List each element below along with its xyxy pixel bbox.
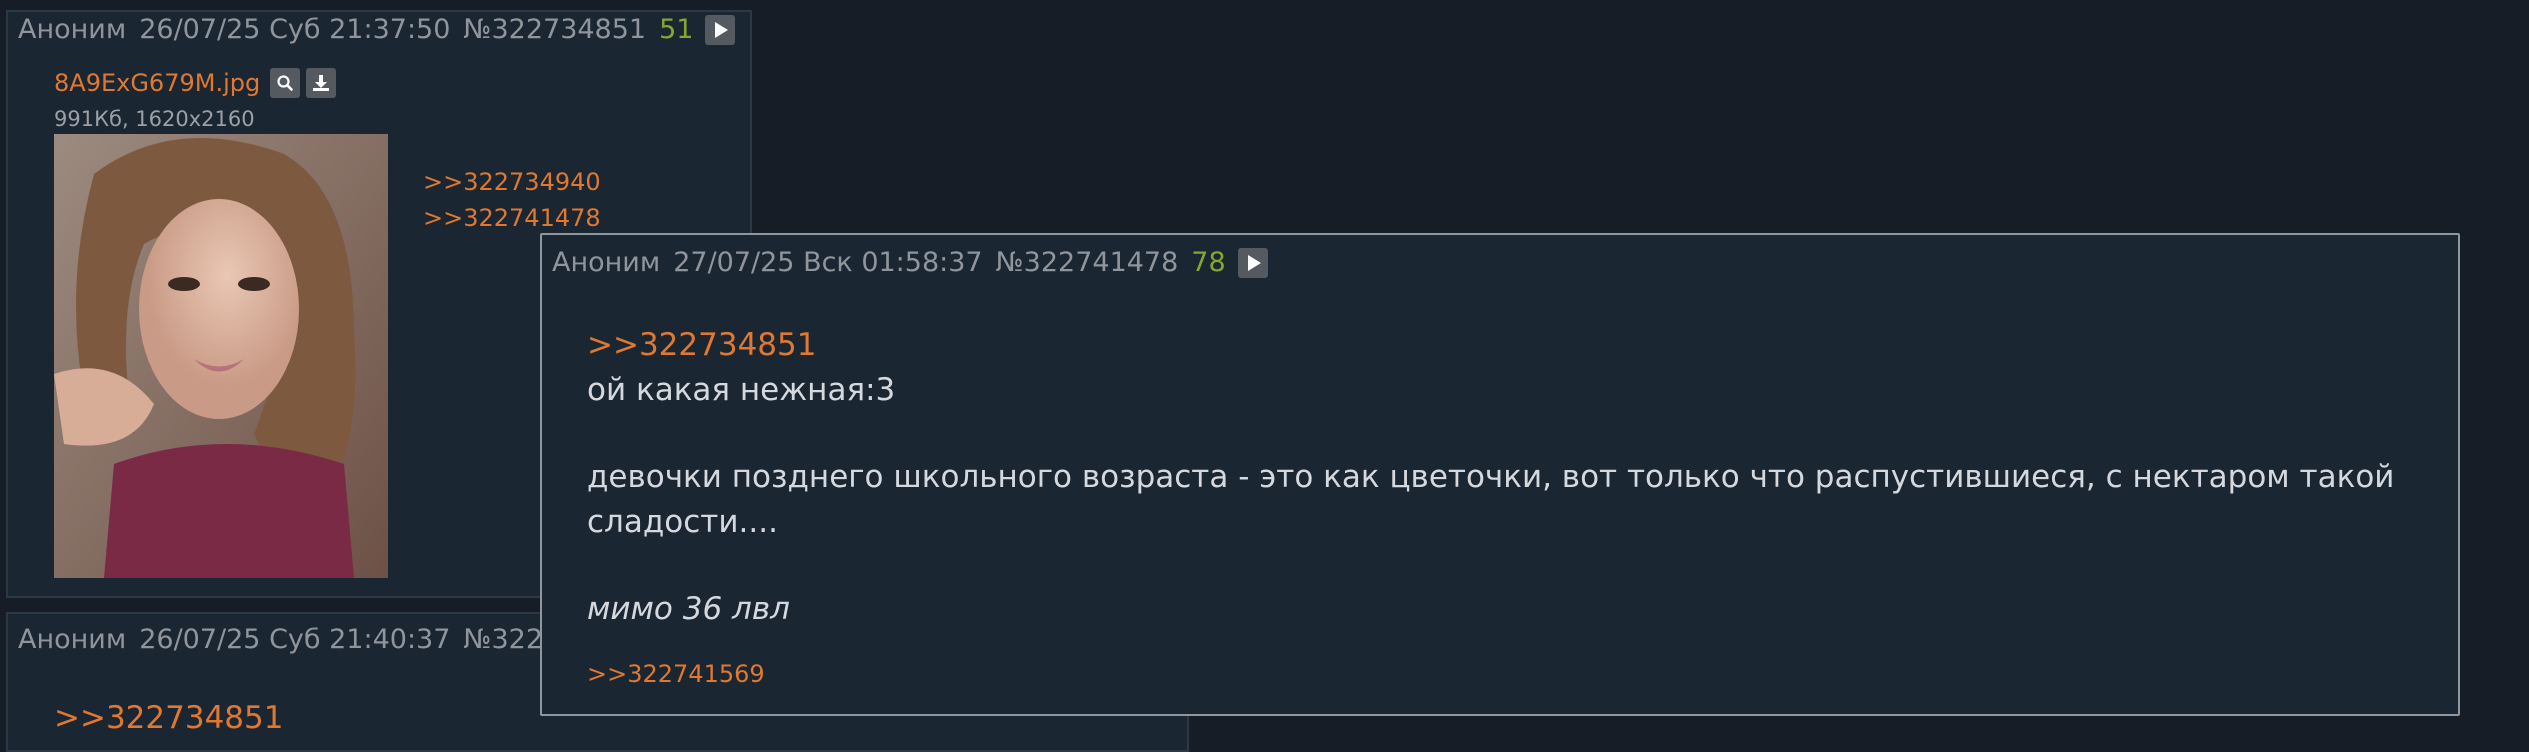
post-date: 26/07/25 Суб 21:40:37 bbox=[139, 624, 451, 655]
quote-link[interactable]: >>322734851 bbox=[587, 323, 2407, 368]
reply-link[interactable]: >>322734940 bbox=[423, 164, 601, 200]
post-author: Аноним bbox=[18, 14, 127, 45]
post-text-line: ой какая нежная:3 bbox=[587, 372, 896, 408]
post-header: Аноним 27/07/25 Вск 01:58:37 №322741478 … bbox=[552, 247, 1268, 278]
post-body: >>322734851 ой какая нежная:3 девочки по… bbox=[587, 323, 2407, 632]
post-date: 27/07/25 Вск 01:58:37 bbox=[673, 247, 983, 278]
quote-link[interactable]: >>322734851 bbox=[54, 700, 283, 736]
search-icon[interactable] bbox=[270, 68, 301, 98]
post-text-line: девочки позднего школьного возраста - эт… bbox=[587, 459, 2395, 540]
post-author: Аноним bbox=[18, 624, 127, 655]
post-counter: 78 bbox=[1191, 247, 1226, 278]
file-name-link[interactable]: 8A9ExG679M.jpg bbox=[54, 69, 260, 97]
post-date: 26/07/25 Суб 21:37:50 bbox=[139, 14, 451, 45]
post-author: Аноним bbox=[552, 247, 661, 278]
post-image-thumbnail[interactable] bbox=[54, 134, 388, 578]
post-preview-popup: Аноним 27/07/25 Вск 01:58:37 №322741478 … bbox=[540, 233, 2460, 716]
post-signature: мимо 36 лвл bbox=[587, 591, 790, 627]
download-icon[interactable] bbox=[306, 68, 337, 98]
play-icon[interactable] bbox=[705, 14, 736, 45]
post-header: Аноним 26/07/25 Суб 21:40:37 №3227 bbox=[18, 624, 573, 655]
post-header: Аноним 26/07/25 Суб 21:37:50 №322734851 … bbox=[18, 14, 736, 45]
play-icon[interactable] bbox=[1237, 247, 1268, 278]
reply-link[interactable]: >>322741569 bbox=[587, 660, 765, 688]
file-meta: 991Кб, 1620x2160 bbox=[54, 107, 255, 131]
reply-link[interactable]: >>322741478 bbox=[423, 200, 601, 236]
file-line: 8A9ExG679M.jpg bbox=[54, 68, 342, 98]
post-number[interactable]: №322734851 bbox=[463, 14, 646, 45]
post-counter: 51 bbox=[659, 14, 694, 45]
post-number[interactable]: №322741478 bbox=[996, 247, 1179, 278]
reply-links: >>322734940 >>322741478 bbox=[423, 164, 601, 236]
